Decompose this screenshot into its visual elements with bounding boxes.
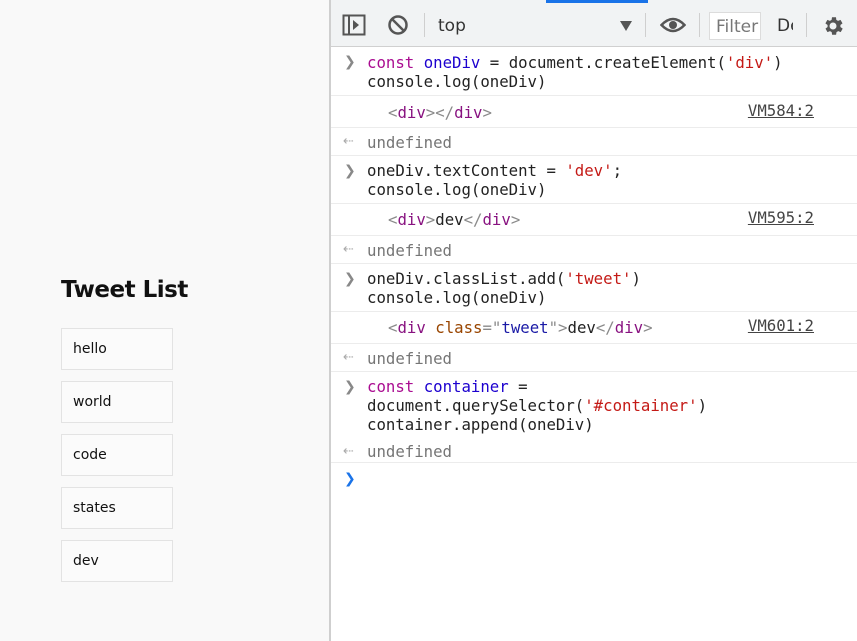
output-element[interactable]: <div></div>	[388, 103, 492, 122]
chevron-right-icon: ❯	[344, 379, 356, 395]
sidebar-toggle-icon[interactable]	[342, 14, 366, 36]
return-arrow-icon: ⇠	[343, 242, 354, 257]
result-value: undefined	[367, 241, 453, 260]
devtools-console: top Filter Default levels ❯ const oneDiv…	[331, 0, 857, 641]
tweet-item: code	[61, 434, 173, 476]
console-prompt[interactable]: ❯	[331, 463, 857, 641]
console-log-output: <div class="tweet">dev</div> VM601:2	[331, 312, 857, 344]
console-toolbar: top Filter Default levels	[331, 0, 857, 47]
eye-icon[interactable]	[659, 14, 687, 36]
return-arrow-icon: ⇠	[343, 350, 354, 365]
console-input-entry: ❯ const container = document.querySelect…	[331, 372, 857, 463]
tweet-item: world	[61, 381, 173, 423]
result-value: undefined	[367, 442, 453, 461]
chevron-down-icon[interactable]	[620, 21, 632, 31]
input-code: const container = document.querySelector…	[367, 377, 708, 434]
filter-input[interactable]: Filter	[709, 12, 761, 40]
toolbar-divider	[699, 13, 700, 37]
tweet-item: dev	[61, 540, 173, 582]
clear-console-icon[interactable]	[387, 14, 411, 36]
console-result: ⇠ undefined	[331, 128, 857, 156]
page-title: Tweet List	[61, 277, 188, 303]
input-code: const oneDiv = document.createElement('d…	[367, 53, 783, 91]
result-value: undefined	[367, 133, 453, 152]
levels-dropdown[interactable]: Default levels	[777, 16, 793, 36]
console-log-output: <div></div> VM584:2	[331, 96, 857, 128]
return-arrow-icon: ⇠	[343, 134, 354, 149]
output-element[interactable]: <div>dev</div>	[388, 210, 520, 229]
prompt-chevron-icon: ❯	[344, 471, 356, 487]
chevron-right-icon: ❯	[344, 271, 356, 287]
page-viewport: Tweet List hello world code states dev	[0, 0, 330, 641]
return-arrow-icon: ⇠	[343, 444, 354, 459]
source-link[interactable]: VM584:2	[748, 101, 814, 120]
console-input-entry: ❯ const oneDiv = document.createElement(…	[331, 47, 857, 96]
input-code: oneDiv.textContent = 'dev'; console.log(…	[367, 161, 623, 199]
console-result: ⇠ undefined	[331, 344, 857, 372]
output-element[interactable]: <div class="tweet">dev</div>	[388, 318, 653, 337]
console-log-output: <div>dev</div> VM595:2	[331, 204, 857, 236]
gear-icon[interactable]	[821, 14, 845, 36]
active-tab-indicator	[546, 0, 648, 3]
console-input-entry: ❯ oneDiv.classList.add('tweet') console.…	[331, 264, 857, 312]
toolbar-divider	[424, 13, 425, 37]
chevron-right-icon: ❯	[344, 54, 356, 70]
console-input-entry: ❯ oneDiv.textContent = 'dev'; console.lo…	[331, 156, 857, 204]
tweet-item: hello	[61, 328, 173, 370]
source-link[interactable]: VM601:2	[748, 316, 814, 335]
result-value: undefined	[367, 349, 453, 368]
console-result: ⇠ undefined	[331, 236, 857, 264]
chevron-right-icon: ❯	[344, 163, 356, 179]
filter-placeholder: Filter	[716, 17, 759, 37]
input-code: oneDiv.classList.add('tweet') console.lo…	[367, 269, 641, 307]
tweet-item: states	[61, 487, 173, 529]
source-link[interactable]: VM595:2	[748, 208, 814, 227]
toolbar-divider	[806, 13, 807, 37]
context-selector[interactable]: top	[438, 16, 466, 36]
toolbar-divider	[645, 13, 646, 37]
